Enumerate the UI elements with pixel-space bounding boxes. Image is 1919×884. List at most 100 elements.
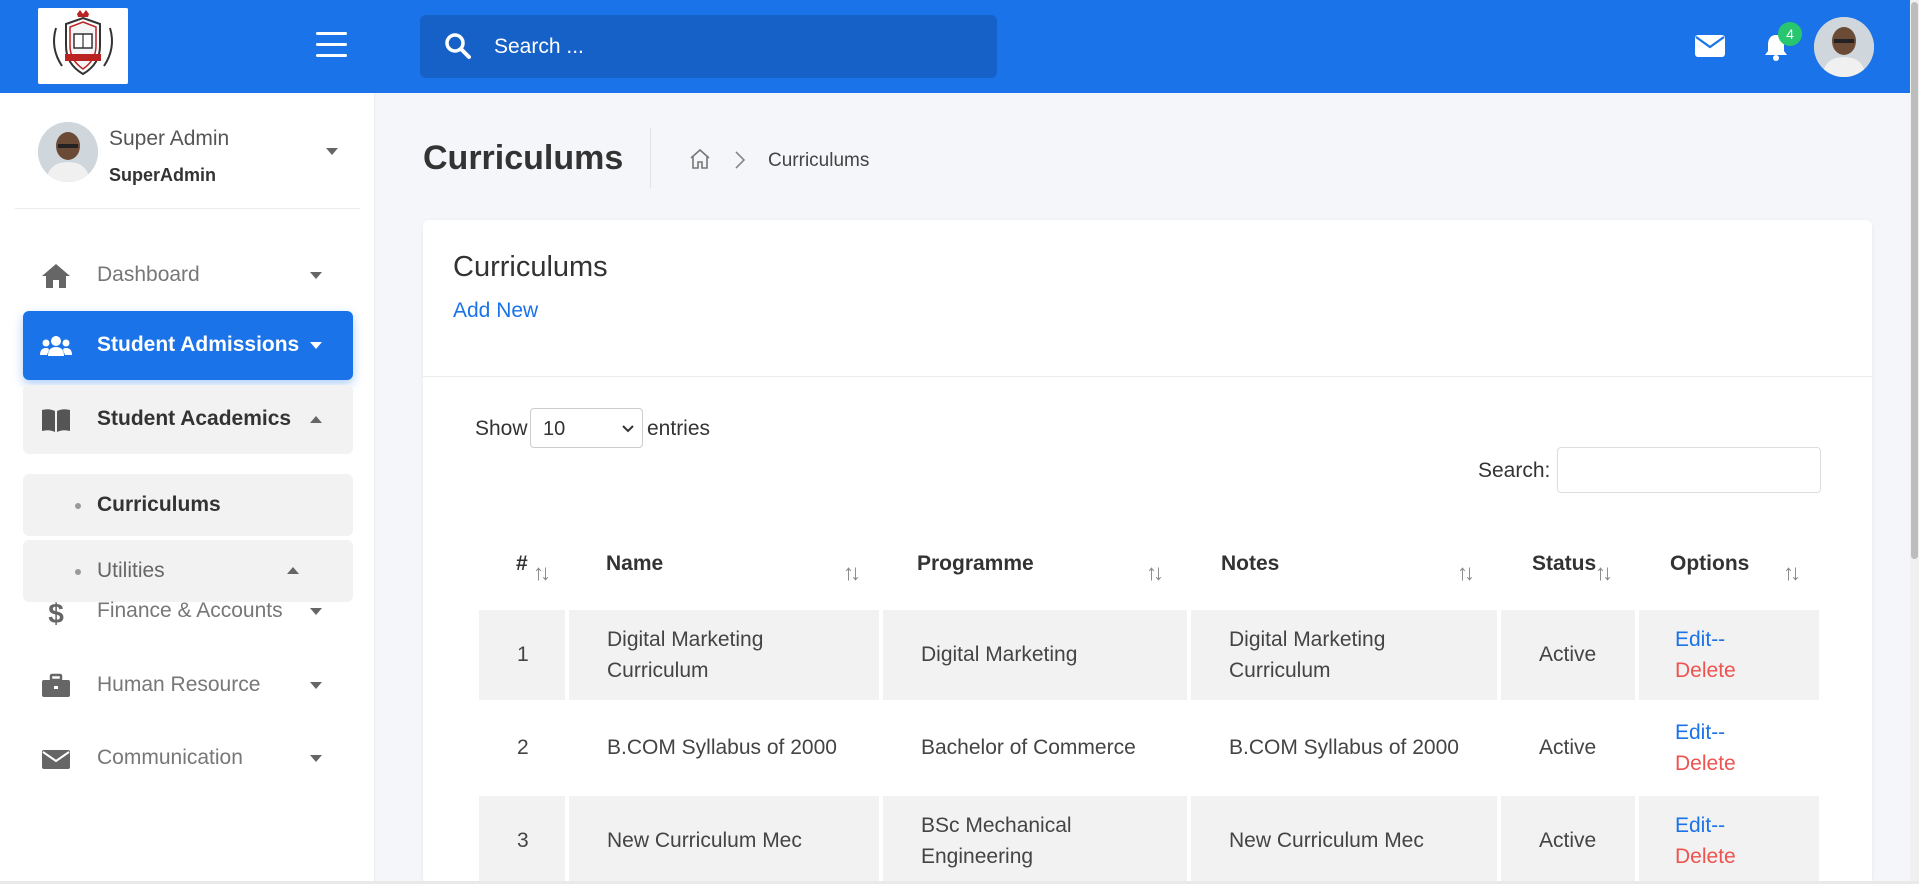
row-options: Edit-- Delete (1675, 721, 1736, 775)
row-notes: Digital Marketing Curriculum (1229, 628, 1386, 682)
table-row: 3 New Curriculum Mec BSc Mechanical Engin… (479, 796, 1819, 884)
user-name: Super Admin (109, 127, 230, 150)
notification-badge: 4 (1778, 22, 1802, 46)
bullet-icon (75, 503, 81, 509)
breadcrumb-separator (734, 150, 746, 175)
row-name: B.COM Syllabus of 2000 (607, 736, 837, 759)
chevron-up-icon (287, 567, 299, 574)
show-label: Show (475, 417, 528, 440)
column-header-programme[interactable]: Programme (917, 552, 1034, 576)
home-icon (42, 264, 70, 288)
global-search-input[interactable] (494, 29, 974, 65)
sidebar-item-student-admissions[interactable]: Student Admissions (23, 311, 353, 380)
breadcrumb-current: Curriculums (768, 150, 870, 171)
table-search-input[interactable] (1557, 447, 1821, 493)
row-options: Edit-- Delete (1675, 814, 1736, 868)
profile-avatar[interactable] (1814, 17, 1874, 77)
delete-link[interactable]: Delete (1675, 659, 1736, 682)
column-header-notes[interactable]: Notes (1221, 552, 1279, 576)
edit-link[interactable]: Edit (1675, 721, 1711, 744)
sidebar-item-finance[interactable]: $ Finance & Accounts (23, 577, 353, 646)
svg-text:$: $ (48, 598, 64, 626)
edit-link[interactable]: Edit (1675, 628, 1711, 651)
row-options: Edit-- Delete (1675, 628, 1736, 682)
column-header-options[interactable]: Options (1670, 552, 1749, 576)
edit-link[interactable]: Edit (1675, 814, 1711, 837)
logo-area (0, 0, 375, 93)
table-search-label: Search: (1478, 459, 1551, 482)
column-header-number[interactable]: # (516, 552, 528, 576)
sidebar-item-label: Student Academics (97, 407, 292, 430)
user-panel[interactable]: Super Admin SuperAdmin (15, 93, 360, 209)
chevron-down-icon (310, 608, 322, 615)
delete-link[interactable]: Delete (1675, 845, 1736, 868)
column-header-name[interactable]: Name (606, 552, 663, 576)
sidebar-item-label: Communication (97, 746, 243, 769)
add-new-link[interactable]: Add New (453, 299, 538, 323)
card-title: Curriculums (453, 251, 608, 283)
row-programme: BSc Mechanical Engineering (921, 814, 1072, 868)
messages-button[interactable] (1695, 35, 1725, 62)
chevron-down-icon (622, 425, 634, 433)
sort-icon[interactable]: ↑↓ (533, 560, 551, 586)
row-programme: Bachelor of Commerce (921, 736, 1136, 759)
chevron-down-icon[interactable] (326, 148, 338, 155)
dollar-icon: $ (48, 598, 64, 626)
sidebar: Super Admin SuperAdmin Dashboard Student… (0, 93, 375, 884)
delete-link[interactable]: Delete (1675, 752, 1736, 775)
row-number: 1 (517, 643, 529, 666)
entries-label: entries (647, 417, 711, 440)
scrollbar-thumb[interactable] (1911, 2, 1918, 559)
sort-icon[interactable]: ↑↓ (1146, 560, 1164, 586)
row-programme: Digital Marketing (921, 643, 1078, 666)
row-notes: B.COM Syllabus of 2000 (1229, 736, 1459, 759)
sidebar-item-student-academics[interactable]: Student Academics (23, 385, 353, 454)
row-status: Active (1539, 736, 1597, 759)
hamburger-icon (316, 32, 347, 35)
user-role: SuperAdmin (109, 165, 217, 185)
entries-value: 10 (543, 418, 566, 440)
book-icon (42, 409, 70, 432)
row-status: Active (1539, 829, 1597, 852)
card-divider (423, 376, 1872, 377)
breadcrumb-home[interactable] (688, 147, 712, 176)
chevron-right-icon (735, 151, 746, 169)
sidebar-item-label: Finance & Accounts (97, 599, 283, 622)
row-status: Active (1539, 643, 1597, 666)
briefcase-icon (42, 673, 70, 697)
user-avatar (38, 122, 98, 182)
menu-toggle-button[interactable] (316, 32, 347, 58)
sidebar-item-label: Student Admissions (97, 333, 300, 356)
university-logo[interactable] (38, 8, 128, 84)
table-row: 1 Digital Marketing Curriculum Digital Ma… (479, 610, 1819, 700)
sidebar-subitem-label: Curriculums (97, 493, 221, 516)
curriculums-card: Curriculums Add New Show 10 entries Sear… (423, 220, 1872, 884)
search-icon (445, 33, 471, 59)
sidebar-item-communication[interactable]: Communication (23, 724, 353, 793)
title-divider (650, 128, 651, 188)
column-header-status[interactable]: Status (1532, 552, 1596, 576)
sort-icon[interactable]: ↑↓ (1595, 560, 1613, 586)
chevron-down-icon (310, 342, 322, 349)
row-number: 2 (517, 736, 529, 759)
page-scrollbar[interactable] (1910, 0, 1919, 884)
sidebar-subitem-curriculums[interactable]: Curriculums (23, 474, 353, 536)
envelope-icon (42, 750, 70, 769)
sort-icon[interactable]: ↑↓ (843, 560, 861, 586)
row-notes: New Curriculum Mec (1229, 829, 1424, 852)
sort-icon[interactable]: ↑↓ (1457, 560, 1475, 586)
users-icon (40, 336, 72, 356)
envelope-icon (1695, 35, 1725, 57)
row-name: Digital Marketing Curriculum (607, 628, 764, 682)
sidebar-item-label: Human Resource (97, 673, 261, 696)
sidebar-item-dashboard[interactable]: Dashboard (23, 241, 353, 310)
row-name: New Curriculum Mec (607, 829, 802, 852)
chevron-up-icon (310, 416, 322, 423)
page-title: Curriculums (423, 139, 624, 177)
bullet-icon (75, 569, 81, 575)
sidebar-item-human-resource[interactable]: Human Resource (23, 651, 353, 720)
row-number: 3 (517, 829, 529, 852)
entries-per-page-select[interactable]: 10 (530, 408, 643, 448)
sort-icon[interactable]: ↑↓ (1783, 560, 1801, 586)
chevron-down-icon (310, 755, 322, 762)
